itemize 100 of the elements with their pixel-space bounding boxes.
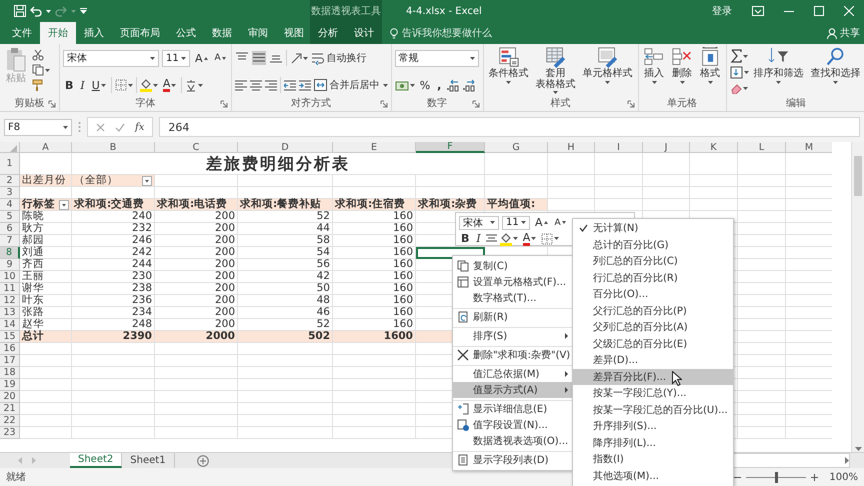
font-size-field[interactable]: 11 [502,216,530,230]
percent-button[interactable]: % [418,76,432,94]
column-header[interactable]: K [690,142,738,153]
format-as-table-button[interactable]: 套用 表格格式 [534,47,578,96]
increase-decimal-icon[interactable] [446,78,460,92]
vertical-scrollbar[interactable] [851,142,864,452]
insert-button[interactable]: 插入 [642,47,667,96]
row-header[interactable]: 1 [0,153,20,175]
dialog-launcher-icon[interactable] [220,100,228,108]
row-header[interactable]: 9 [0,259,20,271]
row-header[interactable]: 7 [0,235,20,247]
merge-center-button[interactable]: 合并后居中 [314,78,388,92]
grow-font-button[interactable]: A [533,214,550,232]
row-header[interactable]: 19 [0,379,20,391]
dialog-launcher-icon[interactable] [380,100,388,108]
text-angle-button[interactable] [290,52,308,64]
row-header[interactable]: 23 [0,427,20,439]
row-header[interactable]: 8 [0,247,20,259]
phonetic-button[interactable] [185,78,204,92]
align-center-icon[interactable] [486,233,497,244]
cell-styles-button[interactable]: 单元格样式 [580,47,635,96]
zoom-level[interactable]: 100% [829,472,858,482]
column-header[interactable]: F [416,142,485,153]
format-painter-icon[interactable] [32,79,44,91]
menu-item[interactable]: 按某一字段汇总的百分比(U)... [573,402,733,418]
menu-item[interactable]: 复制(C) [453,258,573,274]
ribbon-tab[interactable]: 分析 [310,22,346,44]
menu-item[interactable]: 百分比(O)... [573,286,733,302]
row-header[interactable]: 2 [0,175,20,187]
font-color-button[interactable]: A [160,76,178,94]
menu-item[interactable]: 无计算(N) [573,220,733,236]
menu-item[interactable]: 列汇总的百分比(C) [573,253,733,270]
menu-item[interactable]: 总计的百分比(G) [573,236,733,253]
menu-item[interactable]: 值显示方式(A) [453,382,573,398]
column-header[interactable]: A [20,142,72,153]
slider-thumb[interactable] [775,472,778,482]
sign-in-link[interactable]: 登录 [712,4,732,18]
row-header[interactable]: 14 [0,319,20,331]
row-header[interactable]: 3 [0,187,20,199]
row-header[interactable]: 6 [0,223,20,235]
dialog-launcher-icon[interactable] [472,100,480,108]
row-header[interactable]: 13 [0,307,20,319]
ribbon-tab[interactable]: 审阅 [240,22,276,44]
conditional-format-button[interactable]: 条件格式 [486,47,531,96]
wrap-text-button[interactable]: 自动换行 [310,51,367,65]
find-select-button[interactable]: 查找和选择 [808,47,863,96]
menu-item[interactable]: 父列汇总的百分比(A) [573,319,733,336]
menu-item[interactable]: 设置单元格格式(F)... [453,274,573,290]
row-header[interactable]: 16 [0,343,20,355]
column-header[interactable]: J [643,142,690,153]
scroll-right-icon[interactable] [845,457,849,464]
menu-item[interactable]: 升序排列(S)... [573,418,733,434]
menu-item[interactable]: 差异(D)... [573,352,733,368]
formula-field[interactable]: 264 [159,117,860,137]
row-header[interactable]: 20 [0,391,20,403]
zoom-in-icon[interactable] [811,474,818,480]
ribbon-tab[interactable]: 设计 [346,22,382,44]
delete-button[interactable]: 删除 [670,47,695,96]
column-header[interactable]: C [155,142,238,153]
align-left-icon[interactable] [234,79,247,91]
sheet-tab[interactable]: Sheet2 [70,453,122,468]
column-header[interactable]: D [238,142,333,153]
align-center-icon[interactable] [250,79,262,91]
menu-item[interactable]: 其他选项(M)... [573,468,733,484]
copy-button[interactable] [32,64,50,76]
share-button[interactable]: 共享 [827,22,864,44]
save-icon[interactable] [14,5,26,17]
column-header[interactable]: H [548,142,595,153]
new-sheet-icon[interactable] [196,454,209,466]
fill-color-button[interactable] [140,78,158,92]
menu-item[interactable]: 差异百分比(F)... [573,368,733,385]
menu-item[interactable]: 父级汇总的百分比(E) [573,336,733,352]
bold-button[interactable]: B [459,230,472,248]
scrollbar-thumb[interactable] [854,156,862,196]
row-header[interactable]: 10 [0,271,20,283]
shrink-font-button[interactable]: A [212,49,228,67]
name-box[interactable]: F8 [4,118,72,136]
maximize-icon[interactable] [814,6,824,16]
grow-font-button[interactable]: A [193,49,210,67]
ribbon-tab[interactable]: 文件 [4,22,40,44]
ribbon-display-icon[interactable] [752,6,764,16]
menu-item[interactable]: 数据透视表选项(O)... [453,433,573,449]
menu-item[interactable]: 值字段设置(N)... [453,417,573,433]
ribbon-tab[interactable]: 公式 [168,22,204,44]
font-name-field[interactable]: 宋体 [459,216,499,230]
ribbon-tab[interactable]: 插入 [76,22,112,44]
column-header[interactable]: G [485,142,548,153]
decrease-decimal-icon[interactable] [462,78,476,92]
increase-indent-icon[interactable] [298,79,311,91]
borders-button[interactable] [541,232,560,244]
ribbon-tab[interactable]: 视图 [276,22,312,44]
fill-button[interactable] [730,66,749,79]
row-header[interactable]: 12 [0,295,20,307]
row-header[interactable]: 22 [0,415,20,427]
close-icon[interactable] [844,6,854,16]
autosum-button[interactable] [730,49,749,63]
column-header[interactable]: E [333,142,416,153]
row-header[interactable]: 4 [0,199,20,211]
italic-button[interactable]: I [474,230,483,248]
dropdown-button-icon[interactable] [142,176,152,186]
